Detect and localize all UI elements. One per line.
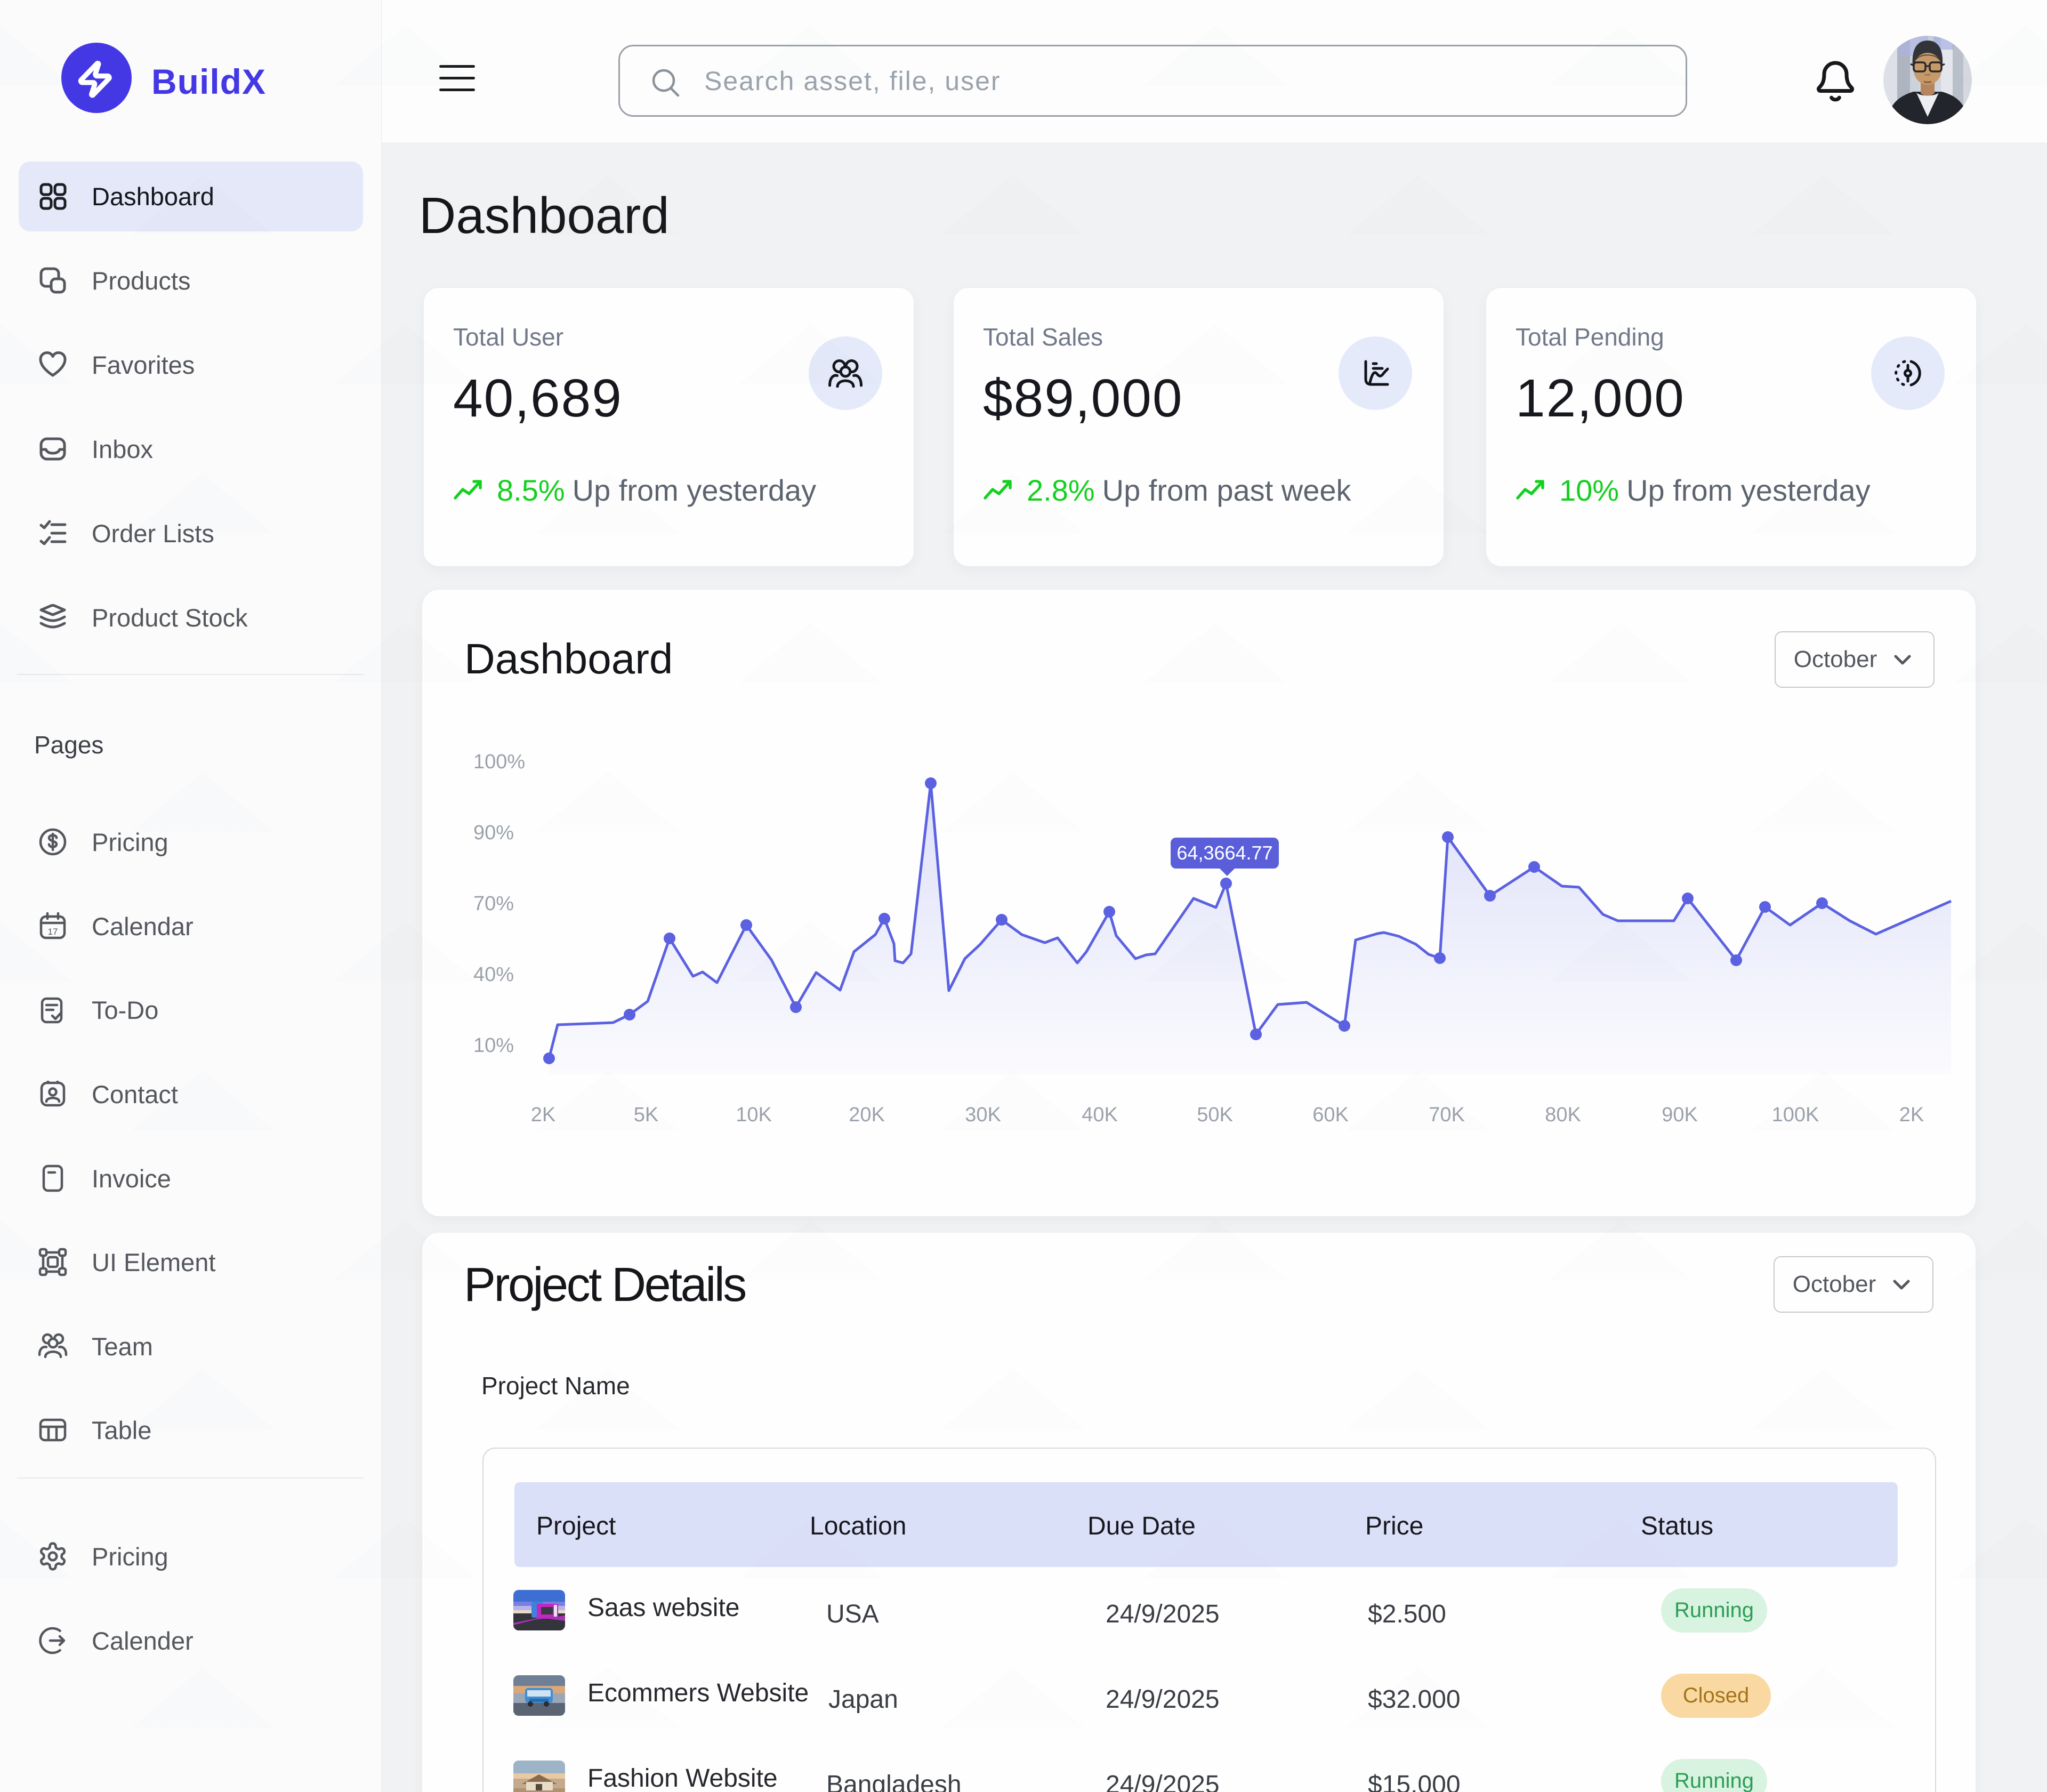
svg-text:90K: 90K bbox=[1662, 1104, 1698, 1126]
svg-text:20K: 20K bbox=[849, 1104, 885, 1126]
svg-text:40%: 40% bbox=[473, 963, 514, 986]
svg-text:100%: 100% bbox=[473, 751, 525, 773]
svg-text:10%: 10% bbox=[473, 1034, 514, 1057]
svg-text:50K: 50K bbox=[1197, 1104, 1233, 1126]
svg-text:30K: 30K bbox=[965, 1104, 1001, 1126]
svg-text:40K: 40K bbox=[1082, 1104, 1118, 1126]
svg-text:100K: 100K bbox=[1772, 1104, 1819, 1126]
svg-text:10K: 10K bbox=[736, 1104, 772, 1126]
svg-text:70%: 70% bbox=[473, 893, 514, 915]
svg-text:80K: 80K bbox=[1545, 1104, 1581, 1126]
svg-text:2K: 2K bbox=[531, 1104, 555, 1126]
svg-text:70K: 70K bbox=[1429, 1104, 1465, 1126]
svg-text:60K: 60K bbox=[1312, 1104, 1349, 1126]
svg-text:90%: 90% bbox=[473, 822, 514, 844]
svg-text:5K: 5K bbox=[634, 1104, 658, 1126]
svg-text:2K: 2K bbox=[1899, 1104, 1924, 1126]
svg-text:17: 17 bbox=[48, 927, 58, 937]
